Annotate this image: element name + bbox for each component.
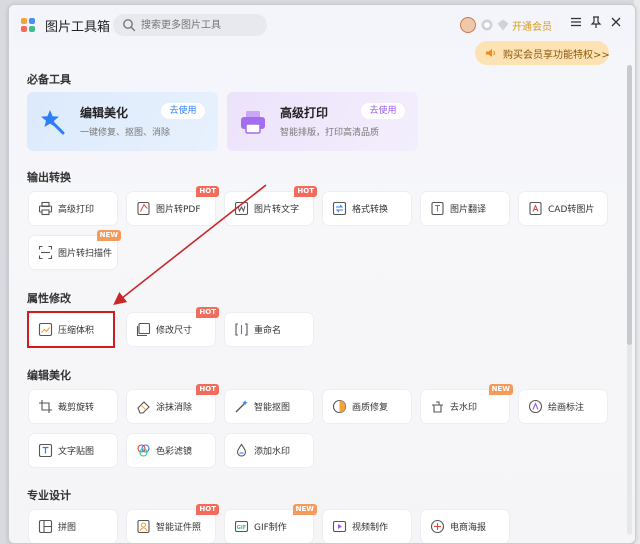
annotation-arrow — [113, 184, 267, 305]
app-window: 图片工具箱 开通会员 购 — [8, 4, 636, 544]
scrollbar-thumb[interactable] — [627, 65, 632, 345]
